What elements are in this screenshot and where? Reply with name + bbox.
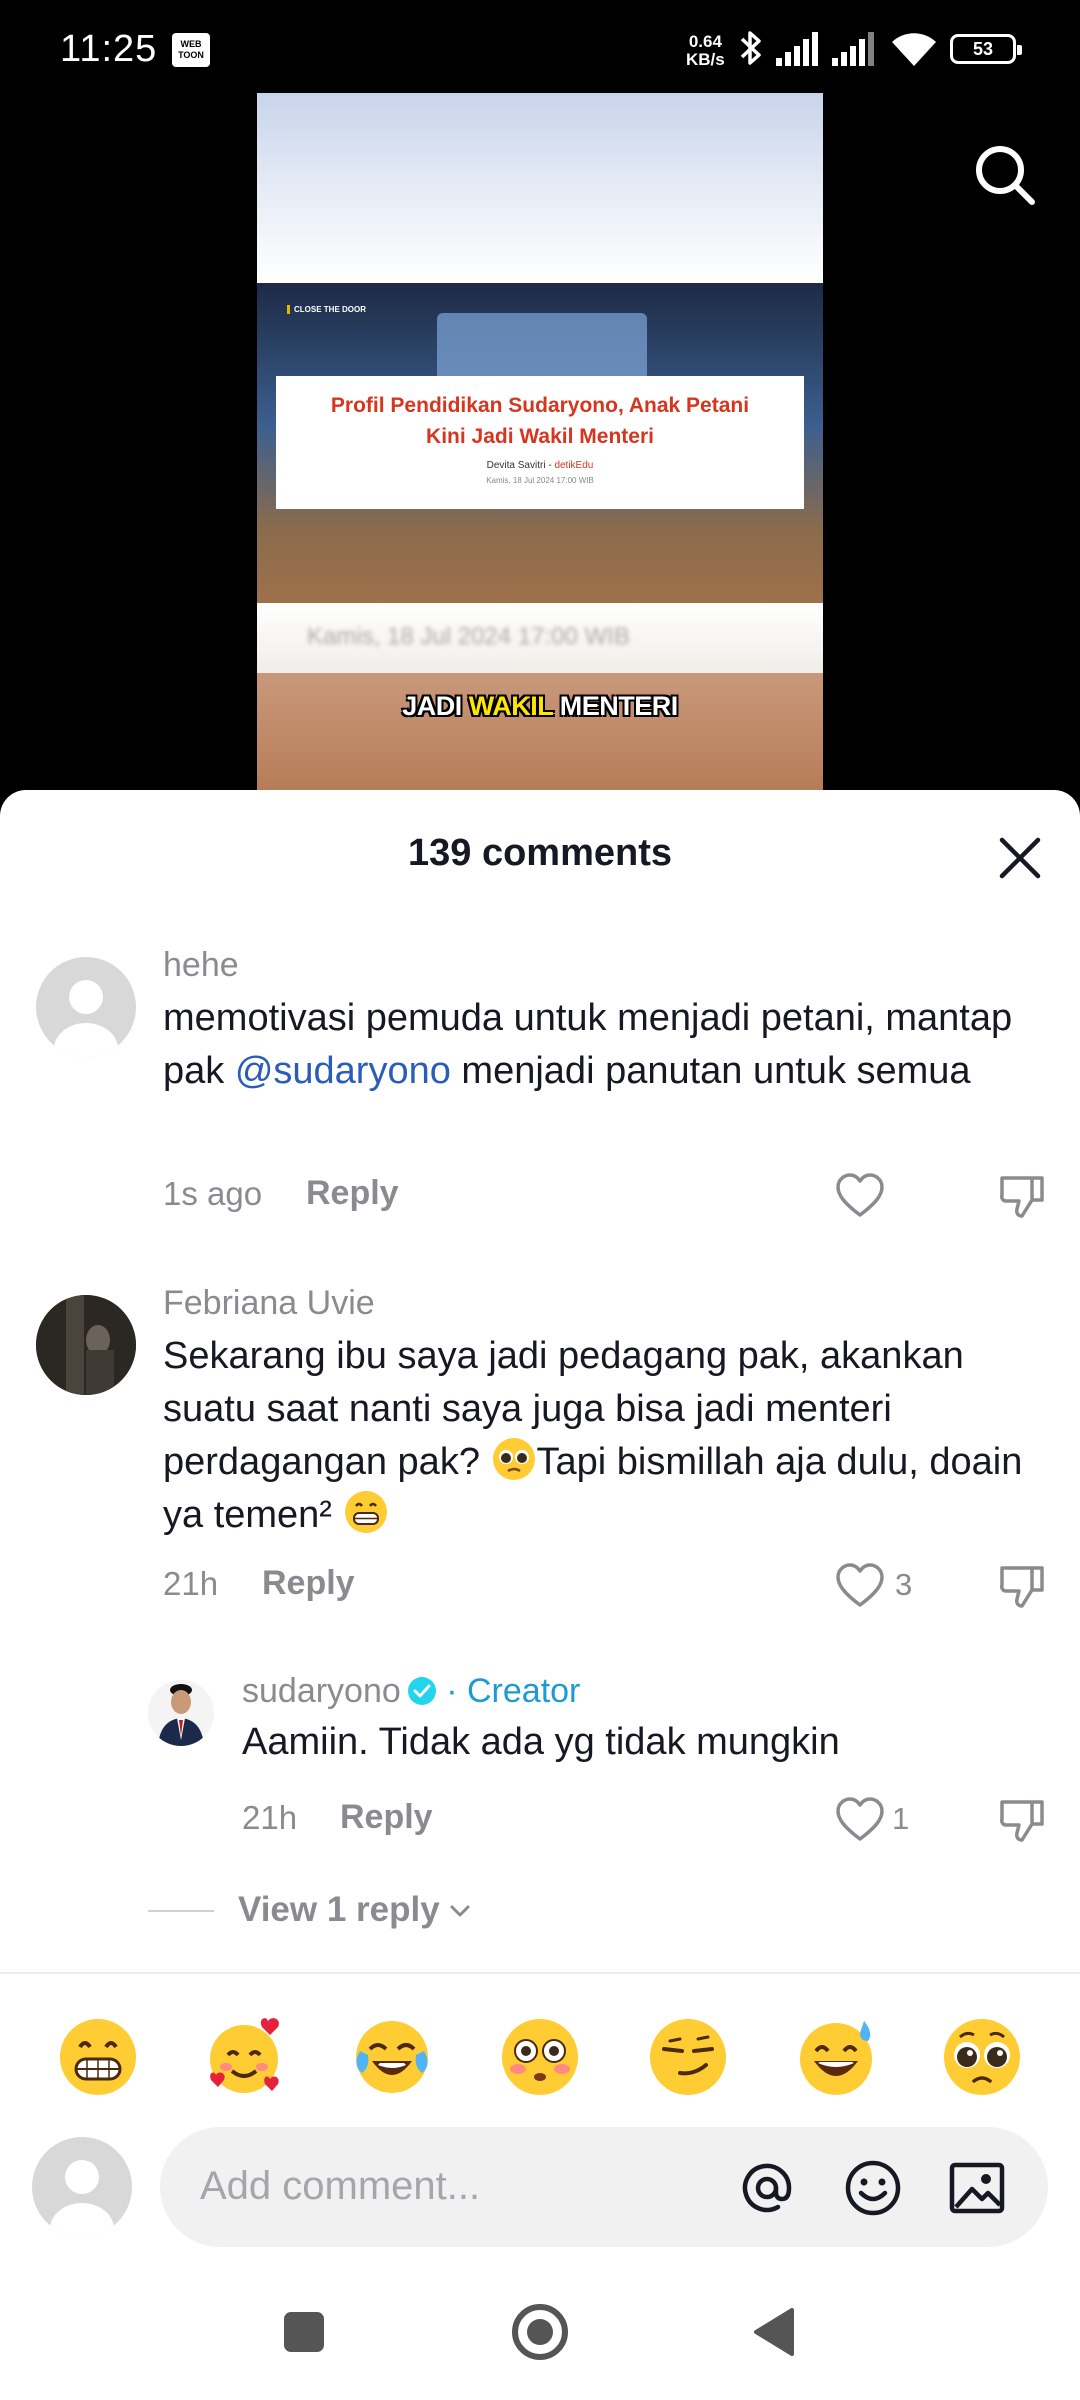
caption-highlight: WAKIL — [468, 691, 554, 721]
battery-indicator: 53 — [950, 34, 1022, 64]
like-count: 3 — [895, 1567, 913, 1602]
news-title: Profil Pendidikan Sudaryono, Anak Petani… — [330, 394, 750, 448]
comment-input-row: Add comment... — [0, 2125, 1080, 2255]
comment-timestamp: 21h — [242, 1799, 298, 1836]
thumbs-down-icon[interactable] — [996, 1560, 1048, 1612]
pleading-face-emoji-icon — [492, 1438, 535, 1480]
news-headline-card: Profil Pendidikan Sudaryono, Anak Petani… — [276, 376, 804, 509]
comment-text: Aamiin. Tidak ada yg tidak mungkin — [242, 1721, 840, 1763]
comment-input[interactable]: Add comment... — [160, 2127, 1048, 2247]
signal-strength-icon — [776, 32, 818, 66]
comment-text: Sekarang ibu saya jadi pedagang pak, aka… — [163, 1330, 1023, 1542]
grinning-face-emoji-icon[interactable] — [56, 2015, 140, 2099]
divider — [0, 1972, 1080, 1974]
news-author: Devita Savitri — [486, 460, 546, 471]
comment-timestamp: 21h — [163, 1565, 219, 1602]
comment-text-part: menjadi panutan untuk semua — [450, 1050, 971, 1092]
creator-avatar[interactable] — [148, 1680, 214, 1746]
wifi-icon — [892, 33, 936, 66]
comment-timestamp: 1s ago — [163, 1175, 263, 1212]
chevron-down-icon — [450, 1905, 470, 1917]
heart-icon[interactable] — [834, 1794, 886, 1846]
news-author-line: Devita Savitri - detikEdu — [486, 460, 594, 471]
network-speed-value: 0.64 — [688, 32, 722, 51]
image-icon[interactable] — [946, 2157, 1008, 2219]
pleading-face-emoji-icon[interactable] — [940, 2015, 1024, 2099]
comments-sheet: 139 comments hehe memotivasi pemuda untu… — [0, 790, 1080, 2400]
verified-badge-icon — [407, 1677, 436, 1705]
flushed-face-emoji-icon[interactable] — [498, 2015, 582, 2099]
caption-part1: JADI — [402, 691, 469, 721]
network-speed-unit: KB/s — [686, 50, 725, 69]
mention-icon[interactable] — [736, 2157, 798, 2219]
heart-icon[interactable] — [834, 1560, 886, 1612]
smirking-face-emoji-icon[interactable] — [646, 2015, 730, 2099]
creator-label: · Creator — [446, 1672, 581, 1710]
channel-logo: CLOSE THE DOOR — [287, 305, 366, 314]
network-speed: 0.64 KB/s — [686, 33, 725, 69]
video-area[interactable]: CLOSE THE DOOR Profil Pendidikan Sudaryo… — [0, 0, 1080, 800]
news-date: Kamis, 18 Jul 2024 17:00 WIB — [486, 476, 594, 485]
comment-text: memotivasi pemuda untuk menjadi petani, … — [163, 992, 1023, 1098]
search-icon[interactable] — [970, 140, 1040, 210]
face-with-tears-of-joy-emoji-icon[interactable] — [350, 2015, 434, 2099]
caption-part2: MENTERI — [552, 691, 679, 721]
current-user-avatar — [32, 2137, 132, 2237]
comment-input-placeholder: Add comment... — [200, 2164, 481, 2208]
quick-emoji-bar — [0, 2015, 1080, 2115]
system-navigation-bar — [0, 2270, 1080, 2400]
reply-comment-item: sudaryono · Creator Aamiin. Tidak ada yg… — [0, 790, 1080, 1842]
status-bar: 11:25 WEB TOON 0.64 KB/s 53 — [0, 0, 1080, 95]
grinning-face-emoji-icon — [344, 1491, 387, 1533]
emoji-smile-icon[interactable] — [842, 2157, 904, 2219]
thumbs-down-icon[interactable] — [996, 1170, 1048, 1222]
thumbs-down-icon[interactable] — [996, 1794, 1048, 1846]
video-caption: JADI WAKIL MENTERI — [257, 691, 823, 722]
comment-username[interactable]: hehe — [163, 946, 239, 985]
close-icon[interactable] — [994, 832, 1046, 884]
reply-button[interactable]: Reply — [340, 1798, 433, 1837]
video-date-band: Kamis, 18 Jul 2024 17:00 WIB — [257, 603, 823, 673]
video-background-screen — [437, 313, 647, 383]
comments-count-title: 139 comments — [407, 832, 672, 874]
reply-button[interactable]: Reply — [262, 1564, 355, 1603]
smiling-face-with-hearts-emoji-icon[interactable] — [202, 2015, 286, 2099]
video-top-blur — [257, 93, 823, 283]
video-frame[interactable]: CLOSE THE DOOR Profil Pendidikan Sudaryo… — [257, 93, 823, 800]
status-time: 11:25 — [60, 28, 158, 70]
view-replies-label: View 1 reply — [238, 1890, 440, 1929]
creator-username[interactable]: sudaryono — [242, 1672, 401, 1710]
user-mention-link[interactable]: @sudaryono — [235, 1050, 451, 1092]
like-count: 1 — [892, 1801, 910, 1836]
grinning-face-with-sweat-emoji-icon[interactable] — [794, 2015, 878, 2099]
view-replies-divider — [148, 1910, 214, 1912]
recent-apps-icon[interactable] — [272, 2300, 336, 2364]
news-source: detikEdu — [554, 460, 594, 471]
comment-username: sudaryono · Creator — [242, 1672, 580, 1711]
heart-icon[interactable] — [834, 1170, 886, 1222]
back-icon[interactable] — [744, 2300, 808, 2364]
reply-button[interactable]: Reply — [306, 1174, 399, 1213]
comment-username[interactable]: Febriana Uvie — [163, 1284, 375, 1323]
avatar[interactable] — [36, 1295, 136, 1395]
signal-strength-2-icon — [832, 32, 874, 66]
webtoon-notification-icon: WEB TOON — [172, 33, 210, 67]
avatar[interactable] — [36, 957, 136, 1057]
home-icon[interactable] — [508, 2300, 572, 2364]
bluetooth-icon — [740, 31, 761, 65]
video-band-text: Kamis, 18 Jul 2024 17:00 WIB — [307, 623, 630, 650]
